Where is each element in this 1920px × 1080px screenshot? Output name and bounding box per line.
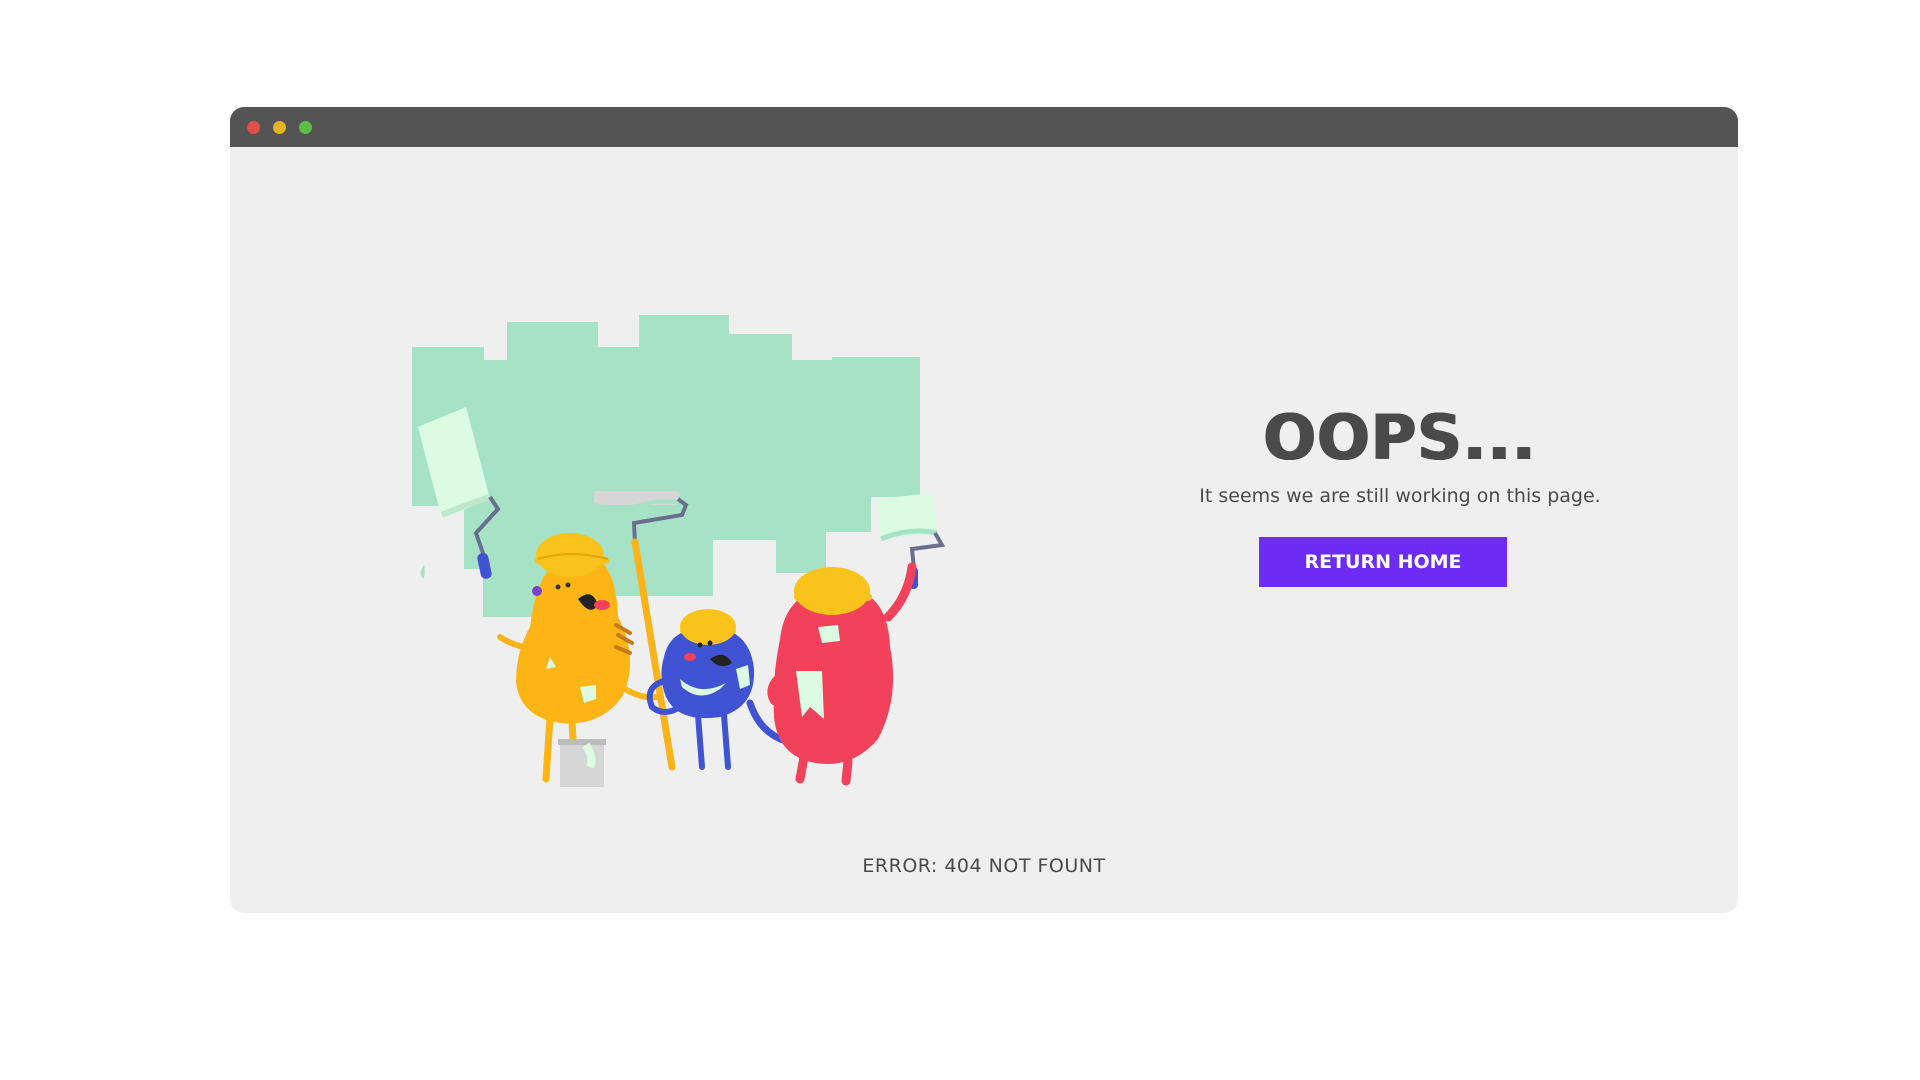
error-message-block: OOPS... It seems we are still working on…: [1100, 407, 1700, 587]
error-code-label: ERROR: 404 NOT FOUNT: [862, 855, 1106, 877]
return-home-button[interactable]: RETURN HOME: [1259, 537, 1507, 587]
paint-bucket-icon: [558, 739, 606, 787]
browser-window: OOPS... It seems we are still working on…: [230, 107, 1738, 913]
page-title: OOPS...: [1263, 401, 1537, 474]
title-bar: [230, 107, 1738, 147]
minimize-window-icon[interactable]: [273, 121, 286, 134]
maximize-window-icon[interactable]: [299, 121, 312, 134]
red-painter-character-icon: [767, 562, 917, 786]
error-subtitle: It seems we are still working on this pa…: [1199, 485, 1601, 507]
page-content: OOPS... It seems we are still working on…: [230, 147, 1738, 913]
painters-illustration: [412, 315, 946, 787]
close-window-icon[interactable]: [247, 121, 260, 134]
